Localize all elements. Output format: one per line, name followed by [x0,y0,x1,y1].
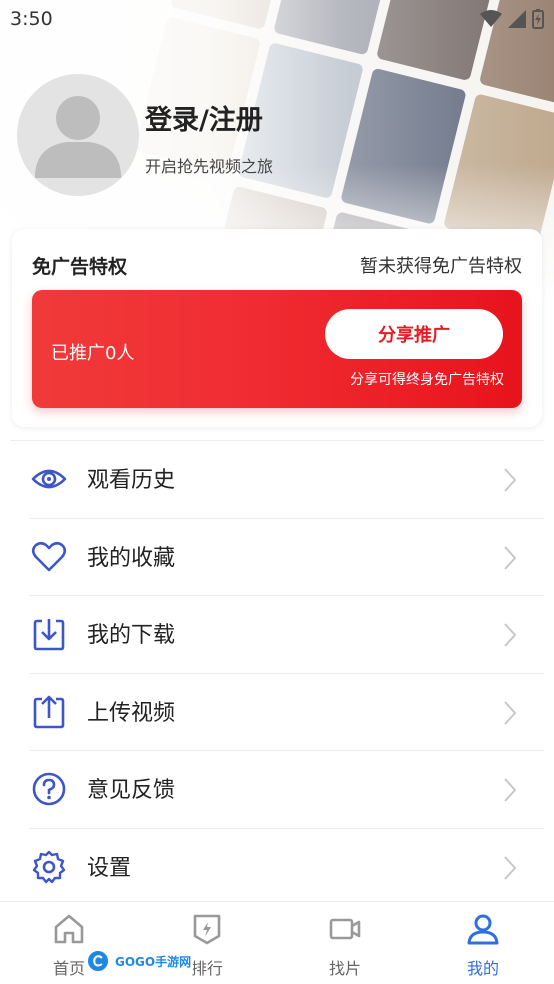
default-avatar-icon [35,96,121,178]
ad-free-title: 免广告特权 [32,256,128,278]
chevron-right-icon [504,855,517,880]
menu-item-upload-video[interactable]: 上传视频 [0,674,554,751]
promotion-banner: 已推广0人 分享推广 分享可得终身免广告特权 [32,290,522,408]
bottom-nav: 首页 排行 找片 我的 [0,901,554,984]
menu-item-label: 意见反馈 [87,778,176,803]
nav-label: 找片 [328,959,361,978]
question-icon [32,772,66,806]
ad-free-card: 免广告特权 暂未获得免广告特权 已推广0人 分享推广 分享可得终身免广告特权 [12,229,542,427]
menu-item-settings[interactable]: 设置 [0,829,554,907]
eye-icon [31,469,67,489]
nav-label: 我的 [466,959,499,978]
settings-menu: 观看历史 我的收藏 我的下载 上传视频 意见反馈 设置 [0,441,554,906]
menu-item-favorites[interactable]: 我的收藏 [0,519,554,596]
menu-item-label: 上传视频 [87,700,176,726]
menu-item-watch-history[interactable]: 观看历史 [0,441,554,519]
nav-mine[interactable]: 我的 [414,902,552,984]
ad-free-status: 暂未获得免广告特权 [360,256,522,277]
wifi-icon [480,10,502,27]
signal-icon [508,10,526,28]
status-time: 3:50 [10,8,53,30]
chevron-right-icon [504,778,517,802]
upload-icon [33,695,65,728]
ranking-icon [193,914,221,945]
heart-icon [31,541,67,571]
menu-item-downloads[interactable]: 我的下载 [0,596,554,674]
watermark-logo: GOGO手游网 [86,946,198,976]
menu-item-label: 观看历史 [87,468,176,493]
menu-item-feedback[interactable]: 意见反馈 [0,751,554,829]
status-icons [480,9,544,29]
user-icon [467,914,499,945]
home-icon [54,914,84,944]
login-subtitle: 开启抢先视频之旅 [145,157,274,176]
nav-find-videos[interactable]: 找片 [276,902,414,984]
chevron-right-icon [504,468,517,492]
menu-item-label: 我的下载 [87,623,176,648]
download-icon [33,619,65,651]
share-note: 分享可得终身免广告特权 [350,372,504,388]
avatar[interactable] [17,74,139,196]
chevron-right-icon [504,700,517,725]
status-bar: 3:50 [0,0,554,38]
share-promote-button[interactable]: 分享推广 [325,309,503,359]
promoted-count: 已推广0人 [51,343,135,364]
battery-icon [532,9,544,29]
menu-item-label: 设置 [87,855,132,881]
watermark-icon [86,949,110,973]
chevron-right-icon [504,545,517,570]
menu-item-label: 我的收藏 [87,545,176,571]
video-camera-icon [329,918,361,940]
chevron-right-icon [504,623,517,647]
gear-icon [32,850,66,883]
login-register-link[interactable]: 登录/注册 [145,98,263,137]
watermark-text: GOGO手游网 [113,951,194,971]
